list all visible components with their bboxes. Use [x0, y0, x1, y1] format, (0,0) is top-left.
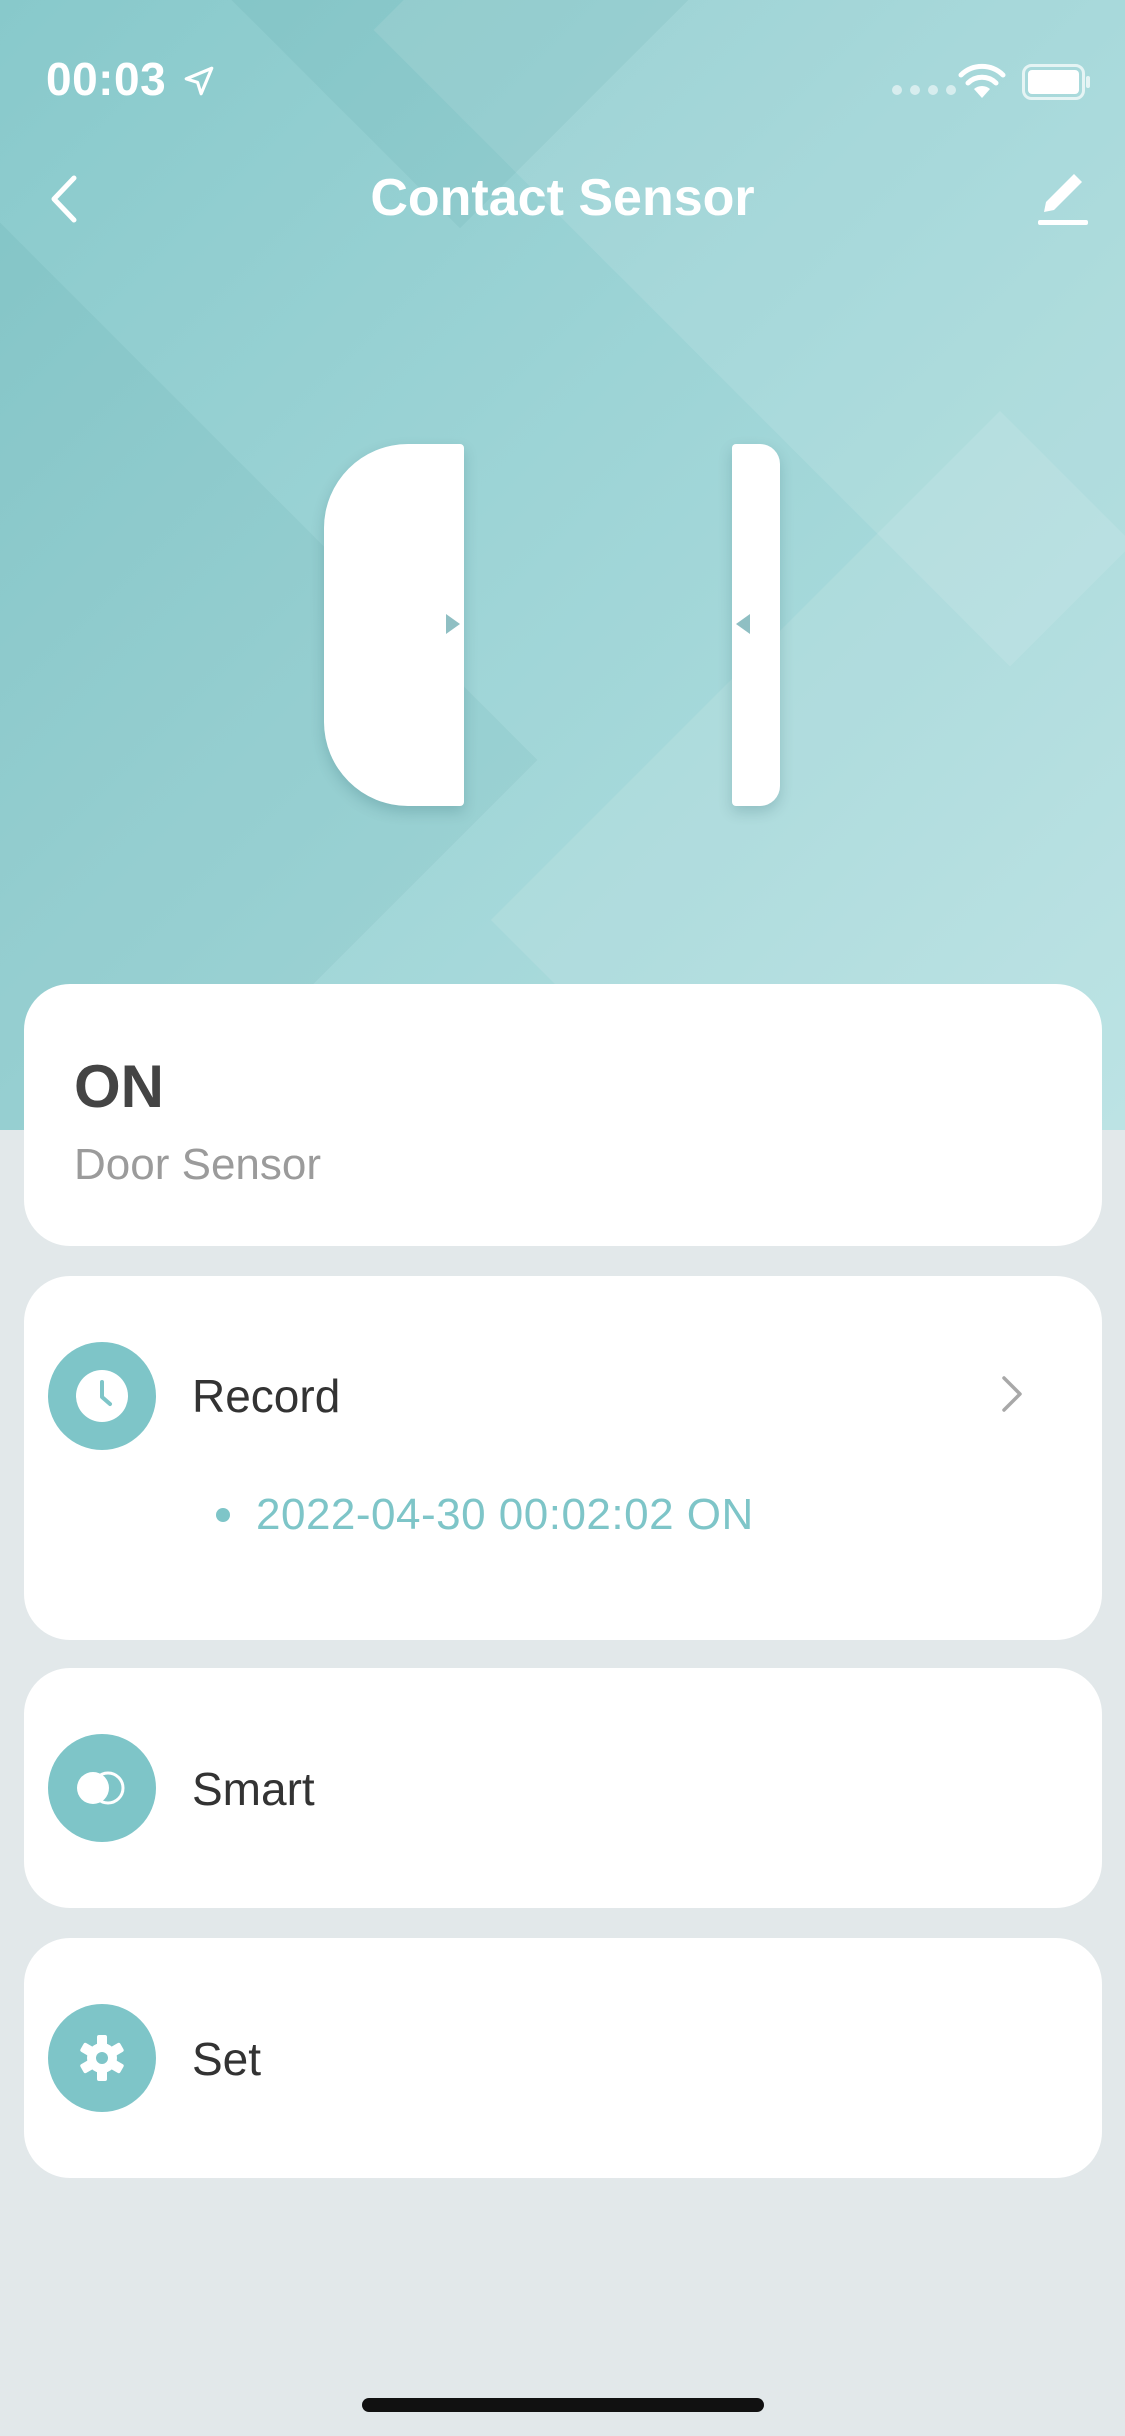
wifi-icon [958, 63, 1006, 98]
status-card [24, 984, 1102, 1246]
home-indicator[interactable] [362, 2398, 764, 2412]
clock-icon [48, 1342, 156, 1450]
set-label: Set [192, 2033, 262, 2085]
toggle-circles-icon [48, 1734, 156, 1842]
location-arrow-icon [184, 66, 214, 96]
device-detail-screen: 00:03 Contact Sensor ON Door Sensor Reco… [0, 0, 1125, 2436]
status-time: 00:03 [46, 53, 167, 105]
record-card[interactable] [24, 1276, 1102, 1640]
record-label: Record [192, 1370, 341, 1422]
hero-header: 00:03 Contact Sensor [0, 0, 1125, 1130]
sensor-state: ON [74, 1053, 164, 1120]
sensor-name: Door Sensor [74, 1140, 322, 1189]
edit-button[interactable] [1034, 168, 1090, 230]
sensor-magnet-illustration [732, 444, 780, 806]
signal-icon [892, 85, 956, 95]
page-title: Contact Sensor [370, 169, 755, 227]
battery-icon [1022, 64, 1090, 100]
gear-icon [48, 2004, 156, 2112]
sensor-body-illustration [324, 444, 464, 806]
set-card[interactable] [24, 1938, 1102, 2178]
chevron-right-icon [1002, 1376, 1022, 1412]
sensor-arrow-icon [446, 614, 460, 634]
record-latest-entry: 2022-04-30 00:02:02 ON [256, 1490, 754, 1539]
smart-label: Smart [192, 1763, 315, 1815]
magnet-arrow-icon [736, 614, 750, 634]
record-bullet [216, 1508, 230, 1522]
smart-card[interactable] [24, 1668, 1102, 1908]
